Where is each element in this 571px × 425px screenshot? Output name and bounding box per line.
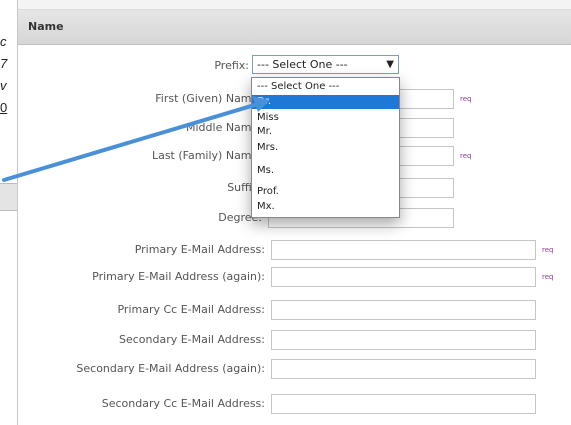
annotation-arrow	[2, 96, 270, 182]
